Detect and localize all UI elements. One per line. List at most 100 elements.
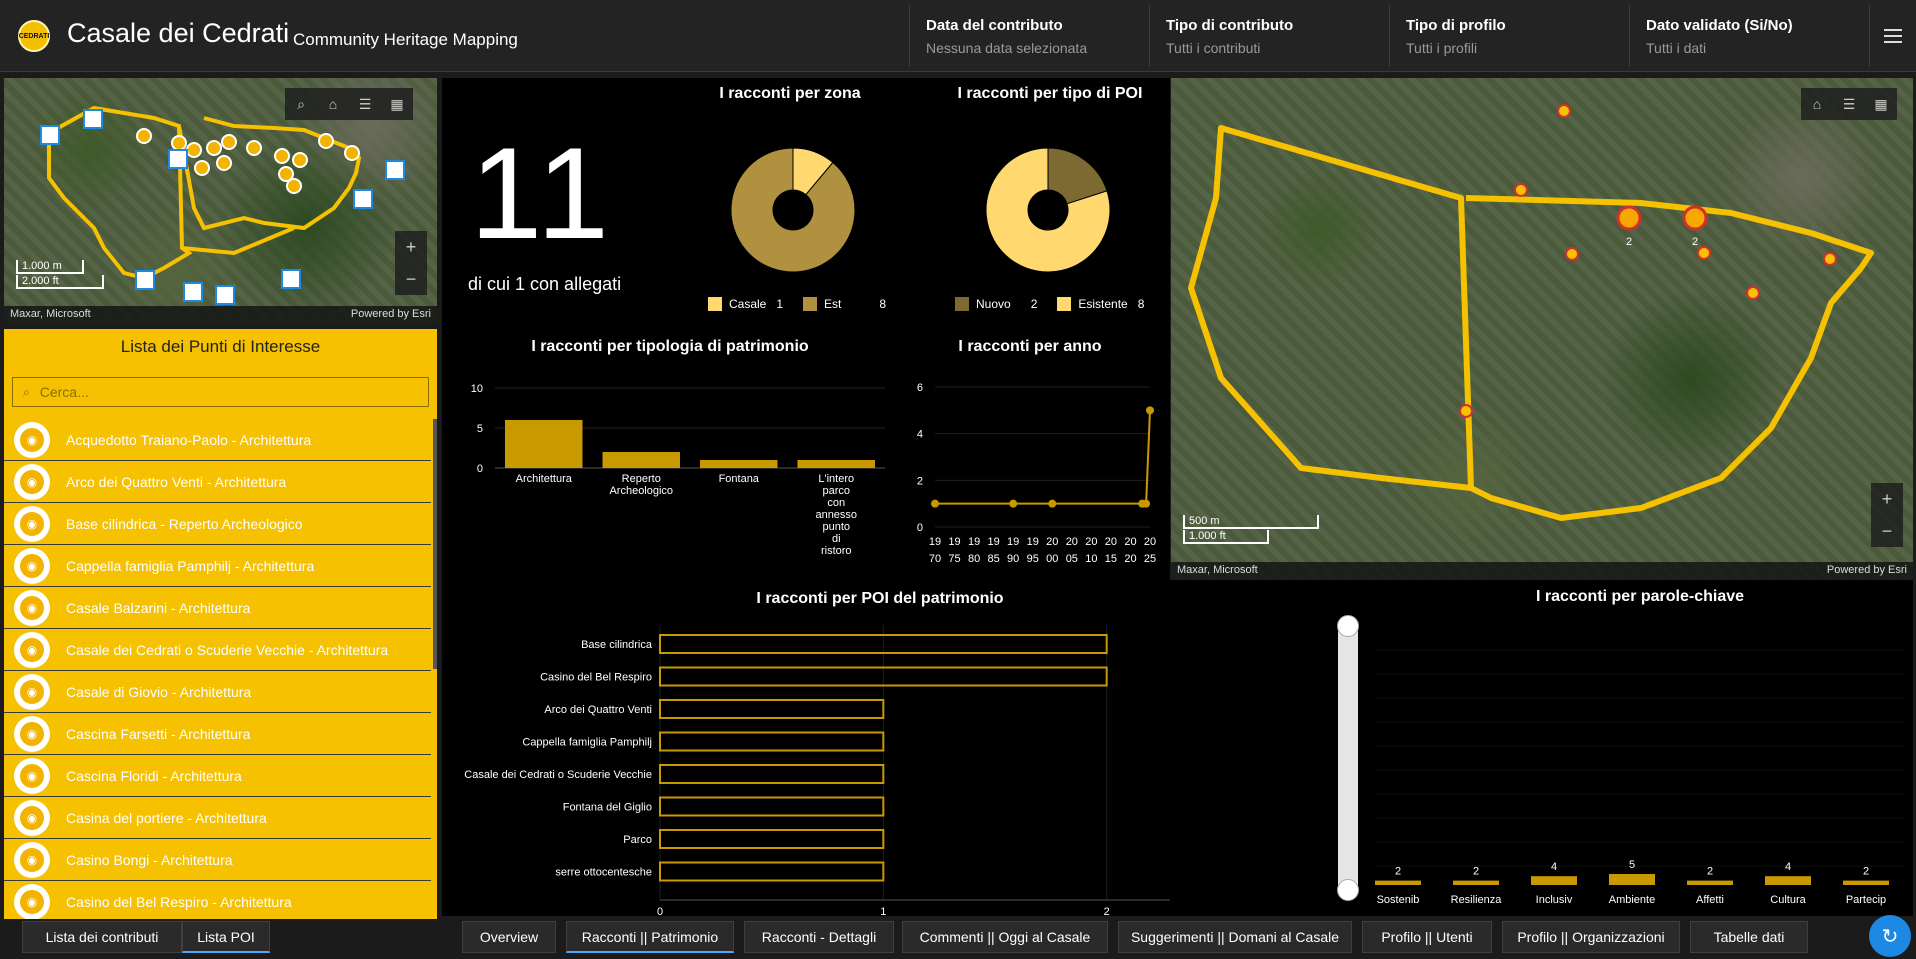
tab-racconti-patrimonio[interactable]: Racconti || Patrimonio	[566, 921, 734, 953]
pie-chart-zona[interactable]	[723, 140, 863, 280]
main-map[interactable]: 2 2 ⌂ ☰ ▦ + − 500 m 1.000 ft Maxar, Micr…	[1171, 78, 1913, 580]
x-tick-label: 00	[1046, 553, 1058, 565]
refresh-button[interactable]: ↻	[1869, 915, 1911, 957]
home-icon[interactable]: ⌂	[317, 88, 349, 120]
slider-handle-bottom[interactable]	[1337, 879, 1359, 901]
camera-icon-glyph: ◉	[20, 805, 44, 830]
line-point-4[interactable]	[1142, 499, 1151, 508]
x-tick-label: 25	[1144, 553, 1156, 565]
x-tick-label: 2	[1104, 906, 1110, 918]
data-label: 2	[1863, 866, 1869, 878]
tab-commenti-oggi-al-casale[interactable]: Commenti || Oggi al Casale	[902, 921, 1108, 953]
layers-icon[interactable]: ▦	[1865, 88, 1897, 120]
tab-overview[interactable]: Overview	[462, 921, 556, 953]
overview-map[interactable]: ⌕ ⌂ ☰ ▦ + − 1.000 m 2.000 ft Maxar, Micr…	[4, 78, 437, 324]
y-tick-label: Arco dei Quattro Venti	[544, 704, 652, 716]
poi-scrollbar[interactable]	[433, 419, 437, 669]
x-tick-label: 20	[1124, 536, 1136, 548]
zoom-out-button[interactable]: −	[1871, 515, 1903, 547]
menu-button[interactable]	[1869, 5, 1916, 67]
bar-cultura[interactable]	[1765, 876, 1811, 885]
line-point-1[interactable]	[1009, 499, 1018, 508]
bar-2[interactable]	[659, 699, 885, 719]
camera-icon-glyph: ◉	[20, 511, 44, 536]
bar-resilienza[interactable]	[1453, 880, 1499, 885]
bar-affetti[interactable]	[1687, 880, 1733, 885]
tab-lista-poi[interactable]: Lista POI	[182, 921, 270, 953]
bar-6[interactable]	[659, 829, 885, 849]
keyword-range-slider[interactable]	[1337, 615, 1359, 901]
filter-data-contributo[interactable]: Data del contributo Nessuna data selezio…	[909, 5, 1148, 67]
home-icon[interactable]: ⌂	[1801, 88, 1833, 120]
tab-profilo-organizzazioni[interactable]: Profilo || Organizzazioni	[1502, 921, 1680, 953]
powered-by-text[interactable]: Powered by Esri	[1827, 564, 1907, 578]
filter-tipo-contributo[interactable]: Tipo di contributo Tutti i contributi	[1149, 5, 1388, 67]
layers-icon[interactable]: ▦	[381, 88, 413, 120]
legend-label: Nuovo	[976, 297, 1011, 311]
bar-4[interactable]	[659, 764, 885, 784]
x-tick-label: 20	[1085, 536, 1097, 548]
poi-list-item[interactable]: ◉ Casale Balzarini - Architettura	[4, 587, 431, 629]
filter-tipo-profilo[interactable]: Tipo di profilo Tutti i profili	[1389, 5, 1628, 67]
filter-dato-validato[interactable]: Dato validato (Si/No) Tutti i dati	[1629, 5, 1868, 67]
poi-list-item[interactable]: ◉ Arco dei Quattro Venti - Architettura	[4, 461, 431, 503]
chart-title-poi: I racconti per POI del patrimonio	[756, 590, 1004, 607]
bar-chart-parole-chiave[interactable]: 2 Sostenib 2 Resilienza 4 Inclusiv 5 Ambiente 2 A…	[1330, 610, 1910, 910]
zoom-in-button[interactable]: +	[1871, 483, 1903, 515]
line-series[interactable]	[935, 410, 1151, 505]
chart-title-parole-chiave: I racconti per parole-chiave	[1535, 588, 1745, 605]
x-tick-label: Affetti	[1696, 894, 1724, 906]
bar-2[interactable]	[700, 460, 778, 468]
poi-list-item[interactable]: ◉ Casale dei Cedrati o Scuderie Vecchie -…	[4, 629, 431, 671]
bar-5[interactable]	[659, 796, 885, 817]
poi-list-item[interactable]: ◉ Cappella famiglia Pamphilj - Architettu…	[4, 545, 431, 587]
poi-search-input[interactable]	[39, 384, 400, 400]
poi-item-label: Base cilindrica - Reperto Archeologico	[66, 515, 303, 532]
pie-chart-tipo-poi[interactable]	[978, 140, 1118, 280]
bar-inclusiv[interactable]	[1531, 876, 1577, 885]
bar-chart-tipologia[interactable]: 10 5 0 Architettura RepertoArcheologico Fonta…	[450, 375, 890, 575]
tab-racconti-dettagli[interactable]: Racconti - Dettagli	[744, 921, 894, 953]
tab-lista-dei-contributi[interactable]: Lista dei contributi	[22, 921, 182, 953]
legend-icon[interactable]: ☰	[1833, 88, 1865, 120]
poi-list-item[interactable]: ◉ Casino del Bel Respiro - Architettura	[4, 881, 431, 919]
x-tick-label: 0	[657, 906, 663, 918]
poi-list-item[interactable]: ◉ Cascina Floridi - Architettura	[4, 755, 431, 797]
bar-partecip[interactable]	[1843, 880, 1889, 885]
poi-list-item[interactable]: ◉ Cascina Farsetti - Architettura	[4, 713, 431, 755]
tab-suggerimenti-domani-al-casale[interactable]: Suggerimenti || Domani al Casale	[1118, 921, 1352, 953]
search-icon[interactable]: ⌕	[285, 88, 317, 120]
x-tick-label: Cultura	[1770, 894, 1806, 906]
tab-tabelle-dati[interactable]: Tabelle dati	[1690, 921, 1808, 953]
poi-list-item[interactable]: ◉ Acquedotto Traiano-Paolo - Architettura	[4, 419, 431, 461]
poi-list-item[interactable]: ◉ Casino Bongi - Architettura	[4, 839, 431, 881]
slider-handle-top[interactable]	[1337, 615, 1359, 637]
legend-value: 2	[1030, 297, 1038, 311]
legend-icon[interactable]: ☰	[349, 88, 381, 120]
zoom-out-button[interactable]: −	[395, 263, 427, 295]
bar-3[interactable]	[797, 460, 876, 468]
y-tick-label: Base cilindrica	[581, 639, 653, 651]
line-point-2[interactable]	[1048, 499, 1057, 508]
bar-0[interactable]	[505, 420, 583, 468]
poi-list-item[interactable]: ◉ Casale di Giovio - Architettura	[4, 671, 431, 713]
line-point-5[interactable]	[1146, 406, 1154, 415]
bar-7[interactable]	[659, 861, 885, 882]
bar-sostenib[interactable]	[1375, 880, 1421, 885]
x-tick-label: Sostenib	[1377, 894, 1420, 906]
zoom-in-button[interactable]: +	[395, 231, 427, 263]
poi-list-item[interactable]: ◉ Base cilindrica - Reperto Archeologico	[4, 503, 431, 545]
camera-icon-glyph: ◉	[20, 637, 44, 662]
poi-list-item[interactable]: ◉ Casina del portiere - Architettura	[4, 797, 431, 839]
bar-1[interactable]	[602, 452, 681, 468]
x-tick-label: Resilienza	[1451, 894, 1503, 906]
bar-3[interactable]	[659, 731, 885, 752]
line-point-0[interactable]	[931, 499, 939, 508]
line-chart-anno[interactable]: 6420197019751980198519901995200020052010…	[900, 375, 1160, 575]
tab-profilo-utenti[interactable]: Profilo || Utenti	[1362, 921, 1492, 953]
pie-slice-est[interactable]	[730, 147, 856, 273]
poi-list-panel: Lista dei Punti di Interesse ⌕ ◉ Acquedot…	[4, 329, 437, 919]
camera-icon: ◉	[14, 547, 50, 584]
bar-ambiente[interactable]	[1609, 874, 1655, 885]
powered-by-text[interactable]: Powered by Esri	[351, 308, 431, 322]
